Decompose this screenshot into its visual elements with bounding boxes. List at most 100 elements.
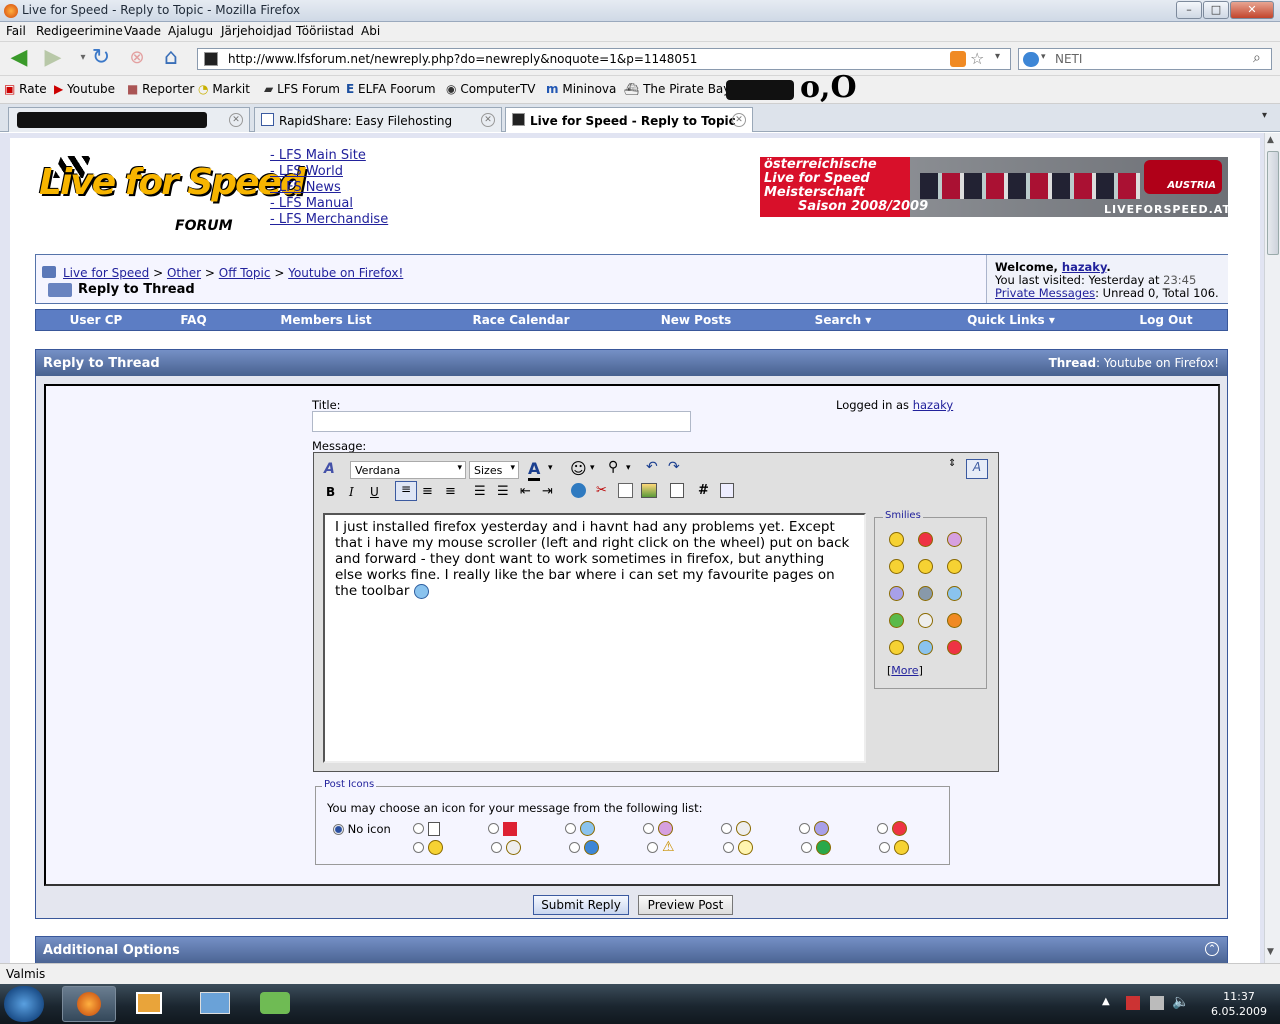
reload-icon[interactable]: ↻: [88, 46, 114, 72]
code-hash-icon[interactable]: #: [698, 483, 709, 498]
search-icon[interactable]: ⌕: [1253, 50, 1261, 66]
nav-new-posts[interactable]: New Posts: [636, 310, 756, 330]
sick-icon[interactable]: [889, 613, 904, 628]
radio[interactable]: [877, 823, 888, 834]
radio[interactable]: [721, 823, 732, 834]
action-center-icon[interactable]: [1126, 996, 1140, 1010]
tab-rapidshare[interactable]: RapidShare: Easy Filehosting ✕: [254, 107, 502, 132]
show-hidden-icons[interactable]: ▲: [1102, 996, 1110, 1007]
forum-home-icon[interactable]: [42, 266, 56, 278]
volume-icon[interactable]: 🔈: [1172, 994, 1189, 1010]
message-textarea[interactable]: I just installed firefox yesterday and i…: [323, 513, 866, 763]
color-dropdown-icon[interactable]: ▾: [548, 463, 553, 473]
tab-close-icon[interactable]: ✕: [732, 113, 746, 127]
switch-mode-icon[interactable]: A: [966, 459, 988, 479]
resize-editor-icon[interactable]: ⇕: [948, 459, 956, 469]
insert-email-icon[interactable]: [618, 483, 633, 498]
rss-icon[interactable]: [950, 51, 966, 67]
search-engine-dropdown-icon[interactable]: ▾: [1041, 52, 1046, 62]
thumbsup-icon[interactable]: [947, 586, 962, 601]
no-icon-option[interactable]: No icon: [333, 822, 391, 836]
outdent-icon[interactable]: ⇤: [520, 484, 531, 499]
link-lfs-world[interactable]: - LFS World: [270, 164, 388, 180]
stop-icon[interactable]: ⊗: [124, 46, 150, 72]
radio[interactable]: [488, 823, 499, 834]
private-messages-link[interactable]: Private Messages: [995, 286, 1095, 300]
menu-help[interactable]: Abi: [361, 24, 380, 38]
idea-icon[interactable]: [947, 559, 962, 574]
address-bar[interactable]: http://www.lfsforum.net/newreply.php?do=…: [197, 48, 1011, 70]
radio[interactable]: [878, 841, 890, 853]
bookmark-reporter[interactable]: ■ Reporter: [127, 82, 194, 96]
tab-redacted[interactable]: ✕: [8, 107, 250, 132]
explorer-icon[interactable]: [200, 992, 230, 1014]
bookmark-lfs-forum[interactable]: ▰ LFS Forum: [264, 82, 340, 96]
size-select[interactable]: Sizes ▾: [469, 461, 519, 479]
bookmark-youtube[interactable]: ▶ Youtube: [54, 82, 115, 96]
link-lfs-merchandise[interactable]: - LFS Merchandise: [270, 212, 388, 228]
remove-link-icon[interactable]: ✂: [596, 483, 607, 498]
bookmark-piratebay[interactable]: ⛴ The Pirate Bay: [624, 82, 730, 96]
nav-race-calendar[interactable]: Race Calendar: [446, 310, 596, 330]
quote-icon[interactable]: [670, 483, 684, 498]
redacted-bookmark[interactable]: [726, 80, 794, 100]
network-icon[interactable]: [1150, 996, 1164, 1010]
nav-members-list[interactable]: Members List: [251, 310, 401, 330]
smiley-menu-icon[interactable]: ☺: [570, 459, 587, 478]
menu-history[interactable]: Ajalugu: [168, 24, 213, 38]
smile-icon[interactable]: [889, 532, 904, 547]
menu-tools[interactable]: Tööriistad: [296, 24, 354, 38]
nav-search[interactable]: Search ▾: [788, 310, 898, 330]
logged-in-user-link[interactable]: hazaky: [913, 398, 953, 412]
radio[interactable]: [565, 823, 576, 834]
radio[interactable]: [413, 841, 424, 853]
home-icon[interactable]: ⌂: [158, 46, 184, 72]
menu-view[interactable]: Vaade: [124, 24, 161, 38]
messenger-icon[interactable]: [260, 992, 290, 1014]
menu-bookmarks[interactable]: Järjehoidjad: [221, 24, 292, 38]
breadcrumb-link[interactable]: Off Topic: [219, 266, 271, 280]
back-icon[interactable]: ◀: [6, 46, 32, 72]
biggrin-icon[interactable]: [947, 613, 962, 628]
lfs-austria-banner[interactable]: österreichische Live for Speed Meistersc…: [760, 157, 1228, 217]
breadcrumb-link[interactable]: Live for Speed: [63, 266, 149, 280]
link-lfs-manual[interactable]: - LFS Manual: [270, 196, 388, 212]
nav-user-cp[interactable]: User CP: [36, 310, 156, 330]
php-code-icon[interactable]: [720, 483, 734, 498]
media-player-icon[interactable]: [136, 992, 162, 1014]
cool-icon[interactable]: [918, 559, 933, 574]
frown-icon[interactable]: [889, 586, 904, 601]
radio[interactable]: [799, 823, 810, 834]
menu-edit[interactable]: Redigeerimine: [36, 24, 123, 38]
unordered-list-icon[interactable]: ☰: [497, 484, 509, 499]
remove-format-icon[interactable]: A: [324, 461, 335, 477]
link-lfs-news[interactable]: - LFS News: [270, 180, 388, 196]
tab-close-icon[interactable]: ✕: [481, 113, 495, 127]
italic-icon[interactable]: I: [349, 485, 354, 499]
attachment-dropdown-icon[interactable]: ▾: [626, 463, 631, 473]
insert-link-icon[interactable]: [571, 483, 586, 498]
insert-image-icon[interactable]: [641, 483, 657, 498]
forward-icon[interactable]: ▶: [40, 46, 66, 72]
breadcrumb-link[interactable]: Youtube on Firefox!: [288, 266, 403, 280]
text-color-icon[interactable]: A: [528, 459, 541, 481]
mad-icon[interactable]: [918, 532, 933, 547]
smiley-dropdown-icon[interactable]: ▾: [590, 463, 595, 473]
search-engine-icon[interactable]: [1023, 52, 1039, 67]
align-center-icon[interactable]: ≡: [422, 484, 433, 499]
redo-icon[interactable]: ↷: [668, 459, 680, 475]
taskbar-firefox[interactable]: [62, 986, 116, 1022]
bookmark-computertv[interactable]: ◉ ComputerTV: [446, 82, 536, 96]
underline-icon[interactable]: U: [370, 485, 379, 499]
attachment-icon[interactable]: ⚲: [608, 459, 618, 475]
align-left-icon[interactable]: ≡: [395, 481, 417, 501]
radio[interactable]: [722, 841, 734, 853]
grin-icon[interactable]: [918, 613, 933, 628]
align-right-icon[interactable]: ≡: [445, 484, 456, 499]
indent-icon[interactable]: ⇥: [542, 484, 553, 499]
radio[interactable]: [491, 841, 502, 853]
scroll-down-icon[interactable]: ▼: [1267, 947, 1274, 957]
confused-icon[interactable]: [918, 640, 933, 655]
bookmark-star-icon[interactable]: ☆: [970, 49, 984, 68]
menu-file[interactable]: Fail: [6, 24, 26, 38]
